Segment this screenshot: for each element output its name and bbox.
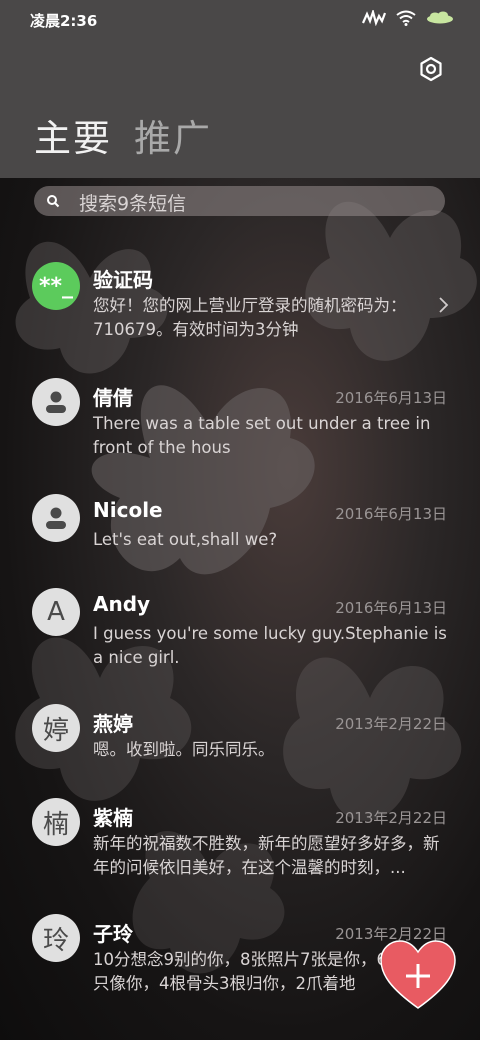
battery-icon — [427, 11, 453, 24]
conversation-date: 2013年2月22日 — [335, 809, 447, 827]
tab-primary[interactable]: 主要 — [34, 108, 112, 162]
conversation-message: 嗯。收到啦。同乐同乐。 — [93, 740, 275, 759]
avatar: 婷 — [32, 704, 80, 752]
search-input[interactable]: 搜索9条短信 — [79, 189, 186, 216]
conversation-date: 2016年6月13日 — [335, 599, 447, 617]
avatar: A — [32, 588, 80, 636]
tab-promotions[interactable]: 推广 — [134, 108, 212, 162]
conversation-date: 2016年6月13日 — [335, 505, 447, 523]
conversation-message: 您好！您的网上营业厅登录的随机密码为：710679。有效时间为3分钟 — [93, 296, 407, 339]
status-time: 凌晨2:36 — [30, 12, 98, 30]
person-icon — [46, 391, 66, 413]
compose-heart-icon[interactable] — [380, 940, 456, 1010]
conversation-name: 紫楠 — [93, 806, 133, 830]
conversation-message: 新年的祝福数不胜数，新年的愿望好多好多，新年的问候依旧美好，在这个温馨的时刻，.… — [93, 834, 440, 877]
conversation-name: 倩倩 — [93, 386, 133, 410]
tab-bar: 主要 推广 — [34, 108, 212, 162]
conversation-name: Nicole — [93, 498, 163, 522]
chevron-right-icon — [439, 297, 449, 313]
settings-icon[interactable] — [418, 56, 444, 82]
conversation-message: Let's eat out,shall we? — [93, 530, 278, 549]
avatar: **_ — [32, 262, 80, 310]
conversation-name: Andy — [93, 592, 151, 616]
conversation-name: 子玲 — [93, 922, 133, 946]
status-icons — [362, 10, 454, 26]
avatar — [32, 378, 80, 426]
conversation-name: 燕婷 — [93, 712, 133, 736]
signal-icon — [362, 10, 386, 26]
conversation-message: There was a table set out under a tree i… — [93, 414, 431, 457]
avatar — [32, 494, 80, 542]
status-bar: 凌晨2:36 — [0, 0, 480, 40]
search-icon — [47, 195, 60, 208]
conversation-date: 2013年2月22日 — [335, 715, 447, 733]
search-bar[interactable]: 搜索9条短信 — [34, 186, 445, 216]
conversation-name: 验证码 — [93, 268, 153, 292]
conversation-date: 2016年6月13日 — [335, 389, 447, 407]
conversation-message: I guess you're some lucky guy.Stephanie … — [93, 624, 447, 667]
avatar: 楠 — [32, 798, 80, 846]
person-icon — [46, 507, 66, 529]
avatar: 玲 — [32, 914, 80, 962]
wifi-icon — [396, 10, 416, 26]
